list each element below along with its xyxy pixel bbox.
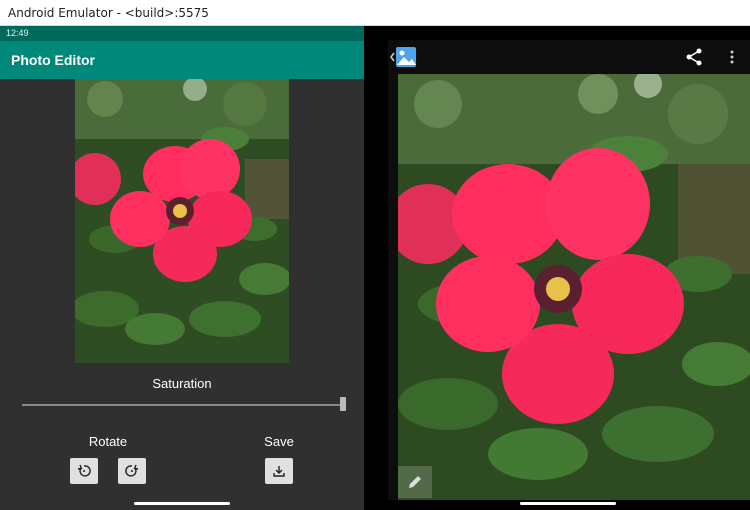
save-button[interactable] <box>265 458 293 484</box>
rotate-right-button[interactable] <box>118 458 146 484</box>
status-time: 12:49 <box>6 28 29 38</box>
more-options-button[interactable] <box>724 46 740 68</box>
nav-gesture-bar-left[interactable] <box>134 502 230 505</box>
rotate-left-icon <box>77 464 91 477</box>
photo-preview <box>75 79 289 363</box>
gallery-back-icon <box>390 47 416 67</box>
rotate-right-icon <box>125 464 139 477</box>
download-icon <box>273 466 285 477</box>
saturation-slider[interactable] <box>22 397 346 411</box>
gallery-back-button[interactable] <box>390 44 418 70</box>
window-titlebar: Android Emulator - <build>:5575 <box>0 0 750 26</box>
window-title: Android Emulator - <build>:5575 <box>8 6 209 20</box>
edit-button[interactable] <box>398 466 432 498</box>
flower-photo-large <box>398 74 750 500</box>
saturation-slider-thumb[interactable] <box>340 397 346 411</box>
nav-gesture-bar-right[interactable] <box>520 502 616 505</box>
right-screen <box>388 40 750 500</box>
share-icon <box>686 48 702 66</box>
rotate-left-button[interactable] <box>70 458 98 484</box>
flower-photo-small <box>75 79 289 363</box>
saturation-label: Saturation <box>152 376 212 391</box>
full-photo-view <box>398 74 750 500</box>
status-bar: 12:49 <box>0 26 364 41</box>
edit-pencil-icon <box>409 476 421 488</box>
app-bar: Photo Editor <box>0 41 364 79</box>
more-vert-icon <box>730 50 734 64</box>
app-title: Photo Editor <box>11 52 95 68</box>
rotate-label: Rotate <box>88 434 128 449</box>
emulator-window: Android Emulator - <build>:5575 12:49 Ph… <box>0 0 750 510</box>
left-screen: 12:49 Photo Editor Saturation Rotate Sav… <box>0 26 364 510</box>
save-label: Save <box>264 434 294 449</box>
share-button[interactable] <box>684 46 704 68</box>
